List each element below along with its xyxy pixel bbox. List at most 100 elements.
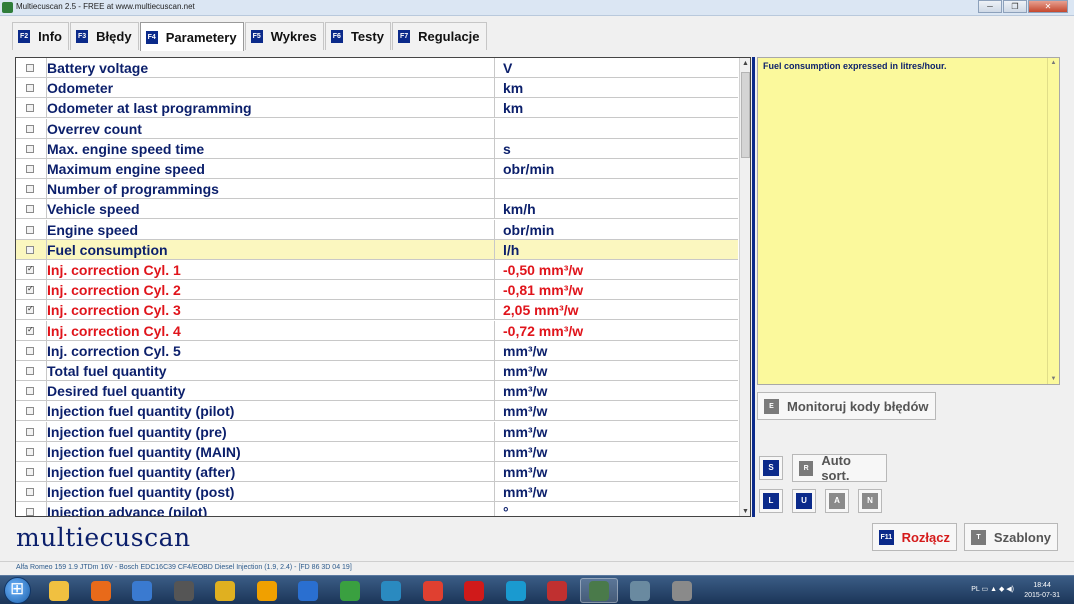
- tool-icon[interactable]: [248, 578, 286, 603]
- table-row[interactable]: Vehicle speed km/h: [16, 199, 738, 220]
- chrome-icon[interactable]: [414, 578, 452, 603]
- table-row[interactable]: Max. engine speed time s: [16, 138, 738, 159]
- row-checkbox[interactable]: [26, 447, 34, 456]
- table-row[interactable]: Engine speed obr/min: [16, 219, 738, 240]
- maximize-icon[interactable]: ❐: [1003, 0, 1027, 13]
- row-checkbox[interactable]: [26, 407, 34, 416]
- row-checkbox[interactable]: [26, 264, 34, 274]
- table-row[interactable]: Odometer at last programming km: [16, 98, 738, 119]
- parameter-name: Inj. correction Cyl. 2: [46, 280, 496, 301]
- language-indicator[interactable]: PL: [971, 586, 979, 593]
- row-checkbox[interactable]: [26, 367, 34, 375]
- table-row[interactable]: Injection advance (pilot) °: [16, 502, 738, 516]
- tab-info[interactable]: F2 Info: [12, 22, 69, 50]
- row-checkbox[interactable]: [26, 284, 34, 295]
- tab-regulacje[interactable]: F7 Regulacje: [391, 22, 487, 50]
- row-checkbox[interactable]: [26, 144, 34, 153]
- tab-błędy[interactable]: F3 Błędy: [70, 22, 139, 50]
- s-button[interactable]: S: [759, 456, 783, 480]
- car-icon[interactable]: [538, 578, 576, 603]
- explorer-icon[interactable]: [40, 578, 78, 603]
- close-icon[interactable]: ✕: [1028, 0, 1068, 13]
- row-checkbox[interactable]: [26, 427, 34, 436]
- clock[interactable]: 18:44 2015-07-31: [1024, 581, 1060, 601]
- table-row[interactable]: Battery voltage V: [16, 58, 738, 78]
- templates-button[interactable]: T Szablony: [964, 523, 1058, 551]
- table-row[interactable]: Inj. correction Cyl. 1 -0,50 mm³/w: [16, 260, 738, 280]
- firefox-icon[interactable]: [82, 578, 120, 603]
- table-row[interactable]: Injection fuel quantity (MAIN) mm³/w: [16, 441, 738, 462]
- row-checkbox[interactable]: [26, 468, 34, 476]
- table-row[interactable]: Maximum engine speed obr/min: [16, 159, 738, 179]
- table-row[interactable]: Injection fuel quantity (after) mm³/w: [16, 462, 738, 482]
- row-checkbox[interactable]: [26, 64, 34, 72]
- media-player-icon[interactable]: [123, 578, 161, 603]
- sword-icon[interactable]: [206, 578, 244, 603]
- row-checkbox[interactable]: [26, 124, 34, 133]
- scroll-down-icon[interactable]: ▼: [1048, 376, 1059, 382]
- table-row[interactable]: Inj. correction Cyl. 3 2,05 mm³/w: [16, 300, 738, 321]
- lightning-icon[interactable]: [289, 578, 327, 603]
- multiecuscan-icon[interactable]: [579, 578, 618, 603]
- scroll-up-icon[interactable]: ▲: [1048, 60, 1059, 66]
- scroll-down-icon[interactable]: ▼: [740, 506, 750, 516]
- globe-icon[interactable]: [372, 578, 410, 603]
- row-checkbox[interactable]: [26, 185, 34, 194]
- tab-parametery[interactable]: F4 Parametery: [139, 22, 244, 51]
- start-button[interactable]: [4, 577, 31, 604]
- table-row[interactable]: Inj. correction Cyl. 4 -0,72 mm³/w: [16, 320, 738, 341]
- disconnect-button[interactable]: F11 Rozłącz: [872, 523, 957, 551]
- a-button[interactable]: A: [825, 489, 849, 513]
- parameter-name: Fuel consumption: [46, 239, 496, 260]
- table-row[interactable]: Injection fuel quantity (post) mm³/w: [16, 482, 738, 503]
- row-checkbox[interactable]: [26, 488, 34, 497]
- tools-icon[interactable]: [663, 578, 701, 603]
- monitor-error-codes-button[interactable]: E Monitoruj kody błędów: [757, 392, 936, 420]
- table-scrollbar[interactable]: ▲ ▼: [739, 58, 750, 516]
- row-checkbox[interactable]: [26, 205, 34, 214]
- row-checkbox[interactable]: [26, 304, 34, 315]
- window-icon[interactable]: [621, 578, 659, 603]
- row-checkbox[interactable]: [26, 104, 34, 113]
- row-checkbox[interactable]: [26, 225, 34, 234]
- row-checkbox[interactable]: [26, 245, 34, 254]
- table-row[interactable]: Total fuel quantity mm³/w: [16, 361, 738, 381]
- scroll-up-icon[interactable]: ▲: [740, 58, 750, 70]
- auto-sort-button[interactable]: R Auto sort.: [792, 453, 887, 483]
- parameter-name: Maximum engine speed: [46, 159, 496, 179]
- parameter-value: mm³/w: [503, 342, 548, 359]
- tab-wykres[interactable]: F5 Wykres: [244, 22, 324, 50]
- tab-testy[interactable]: F6 Testy: [324, 22, 391, 50]
- system-tray[interactable]: PL ▭ ▲ ◆ ◀): [971, 585, 1014, 593]
- parameter-name: Total fuel quantity: [46, 361, 496, 381]
- parameter-value: mm³/w: [503, 484, 548, 501]
- table-row[interactable]: Overrev count: [16, 118, 738, 139]
- l-button[interactable]: L: [759, 489, 783, 513]
- parameter-name: Injection fuel quantity (post): [46, 482, 496, 503]
- row-checkbox[interactable]: [26, 508, 34, 516]
- column-divider: [494, 199, 495, 220]
- row-checkbox[interactable]: [26, 387, 34, 396]
- opera-icon[interactable]: [455, 578, 493, 603]
- scroll-thumb[interactable]: [741, 72, 750, 158]
- row-checkbox[interactable]: [26, 325, 34, 335]
- clapper-icon[interactable]: [165, 578, 203, 603]
- minimize-icon[interactable]: ─: [978, 0, 1002, 13]
- table-row[interactable]: Odometer km: [16, 78, 738, 99]
- description-scrollbar[interactable]: ▲ ▼: [1047, 58, 1059, 384]
- table-row[interactable]: Injection fuel quantity (pre) mm³/w: [16, 421, 738, 442]
- table-row[interactable]: Inj. correction Cyl. 2 -0,81 mm³/w: [16, 280, 738, 301]
- row-checkbox[interactable]: [26, 165, 34, 173]
- table-row[interactable]: Fuel consumption l/h: [16, 239, 738, 260]
- table-row[interactable]: Injection fuel quantity (pilot) mm³/w: [16, 401, 738, 422]
- panel-splitter[interactable]: [752, 57, 755, 517]
- row-checkbox[interactable]: [26, 346, 34, 355]
- row-checkbox[interactable]: [26, 84, 34, 93]
- utorrent-icon[interactable]: [331, 578, 369, 603]
- table-row[interactable]: Number of programmings: [16, 179, 738, 200]
- n-button[interactable]: N: [858, 489, 882, 513]
- u-button[interactable]: U: [792, 489, 816, 513]
- table-row[interactable]: Inj. correction Cyl. 5 mm³/w: [16, 340, 738, 361]
- skype-icon[interactable]: [497, 578, 535, 603]
- table-row[interactable]: Desired fuel quantity mm³/w: [16, 381, 738, 402]
